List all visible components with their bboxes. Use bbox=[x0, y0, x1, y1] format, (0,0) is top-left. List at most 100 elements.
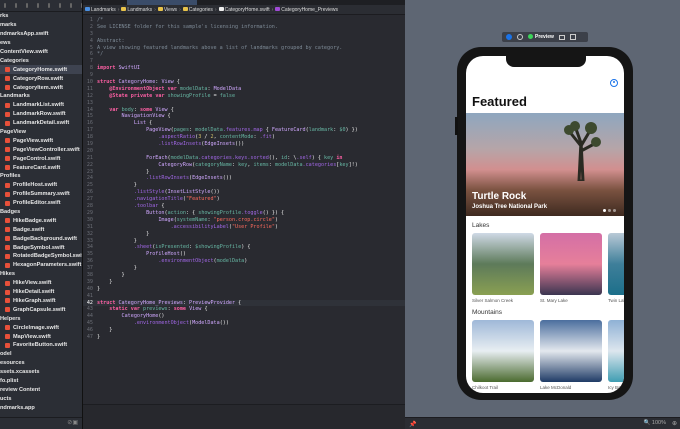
code-area[interactable]: 1 /* 2 See LICENSE folder for this sample's… bbox=[83, 17, 405, 341]
breadcrumb-item[interactable]: Landmarks bbox=[121, 7, 152, 13]
page-dot[interactable] bbox=[608, 209, 611, 212]
code-line[interactable]: 42 struct CategoryHome_Previews: PreviewP… bbox=[83, 299, 405, 307]
category-item[interactable]: Icy Bay bbox=[608, 320, 624, 390]
file-item[interactable]: RotatedBadgeSymbol.swift bbox=[0, 252, 82, 261]
search-icon[interactable] bbox=[37, 3, 39, 8]
code-line[interactable]: 8 import SwiftUI bbox=[83, 65, 405, 72]
file-item[interactable]: CategoryRow.swift bbox=[0, 74, 82, 83]
file-item[interactable]: PageControl.swift bbox=[0, 154, 82, 163]
code-line[interactable]: 35 ProfileHost() bbox=[83, 251, 405, 258]
code-line[interactable]: 34 .sheet(isPresented: $showingProfile) … bbox=[83, 244, 405, 251]
group-item[interactable]: rks bbox=[0, 12, 82, 21]
code-line[interactable]: 1 /* bbox=[83, 17, 405, 24]
code-line[interactable]: 44 CategoryHome() bbox=[83, 313, 405, 320]
issue-icon[interactable] bbox=[48, 3, 50, 8]
file-item[interactable]: CategoryHome.swift bbox=[0, 65, 82, 75]
live-preview-icon[interactable] bbox=[506, 34, 512, 40]
inspect-icon[interactable] bbox=[517, 34, 523, 40]
code-line[interactable]: 24 .listRowInsets(EdgeInsets()) bbox=[83, 175, 405, 182]
file-item[interactable]: FeatureCard.swift bbox=[0, 163, 82, 172]
file-item[interactable]: BadgeBackground.swift bbox=[0, 234, 82, 243]
breadcrumb-item[interactable]: Categories bbox=[182, 7, 213, 13]
code-line[interactable]: 7 bbox=[83, 58, 405, 65]
breadcrumb-item[interactable]: Views bbox=[157, 7, 177, 13]
filter-icon[interactable]: ⊘▣ bbox=[67, 419, 78, 426]
zoom-level[interactable]: 🔍 100% bbox=[644, 420, 666, 426]
file-item[interactable]: PageViewController.swift bbox=[0, 145, 82, 154]
code-line[interactable]: 20 bbox=[83, 148, 405, 155]
code-line[interactable]: 22 CategoryRow(categoryName: key, items:… bbox=[83, 162, 405, 169]
code-line[interactable]: 47} bbox=[83, 334, 405, 341]
page-control[interactable] bbox=[603, 209, 616, 212]
test-icon[interactable] bbox=[59, 3, 61, 8]
code-line[interactable]: 3 bbox=[83, 31, 405, 38]
group-item[interactable]: Helpers bbox=[0, 314, 82, 323]
category-row[interactable]: Chilkoot Trail Lake McDonald Icy Bay bbox=[472, 320, 624, 390]
code-line[interactable]: 39 } bbox=[83, 279, 405, 286]
code-line[interactable]: 46 } bbox=[83, 327, 405, 334]
code-line[interactable]: 16 List { bbox=[83, 120, 405, 127]
code-line[interactable]: 43 static var previews: some View { bbox=[83, 306, 405, 313]
file-item[interactable]: CategoryItem.swift bbox=[0, 83, 82, 92]
code-line[interactable]: 27 .navigationTitle("Featured") bbox=[83, 196, 405, 203]
symbol-icon[interactable] bbox=[26, 3, 28, 8]
pin-icon[interactable]: 📌 bbox=[409, 421, 416, 428]
zoom-in-icon[interactable]: ⊕ bbox=[672, 420, 677, 427]
category-item[interactable]: Silver Salmon Creek bbox=[472, 233, 534, 303]
code-line[interactable]: 30 Image(systemName: "person.crop.circle… bbox=[83, 217, 405, 224]
featured-card[interactable]: Turtle Rock Joshua Tree National Park bbox=[466, 113, 624, 216]
group-item[interactable]: odel bbox=[0, 350, 82, 359]
code-line[interactable]: 2 See LICENSE folder for this sample's li… bbox=[83, 24, 405, 31]
duplicate-icon[interactable] bbox=[569, 34, 576, 40]
preview-button[interactable]: Preview bbox=[528, 34, 554, 40]
group-item[interactable]: Badges bbox=[0, 208, 82, 217]
file-item[interactable]: HexagonParameters.swift bbox=[0, 261, 82, 270]
file-item[interactable]: ProfileHost.swift bbox=[0, 181, 82, 190]
file-item[interactable]: GraphCapsule.swift bbox=[0, 305, 82, 314]
code-line[interactable]: 28 .toolbar { bbox=[83, 203, 405, 210]
file-item[interactable]: BadgeSymbol.swift bbox=[0, 243, 82, 252]
page-dot[interactable] bbox=[603, 209, 606, 212]
file-item[interactable]: ProfileSummary.swift bbox=[0, 190, 82, 199]
code-line[interactable]: 23 } bbox=[83, 169, 405, 176]
code-line[interactable]: 9 bbox=[83, 72, 405, 79]
code-line[interactable]: 11 @EnvironmentObject var modelData: Mod… bbox=[83, 86, 405, 93]
tab-category-home[interactable] bbox=[127, 0, 197, 5]
group-item[interactable]: Hikes bbox=[0, 270, 82, 279]
code-line[interactable]: 18 .aspectRatio(3 / 2, contentMode: .fit… bbox=[83, 134, 405, 141]
category-row[interactable]: Silver Salmon Creek St. Mary Lake Twin Lak… bbox=[472, 233, 624, 303]
file-item[interactable]: PageView.swift bbox=[0, 136, 82, 145]
file-item[interactable]: HikeBadge.swift bbox=[0, 216, 82, 225]
code-line[interactable]: 26 .listStyle(InsetListStyle()) bbox=[83, 189, 405, 196]
category-item[interactable]: Lake McDonald bbox=[540, 320, 602, 390]
code-line[interactable]: 36 .environmentObject(modelData) bbox=[83, 258, 405, 265]
group-item[interactable]: Categories bbox=[0, 56, 82, 65]
code-line[interactable]: 29 Button(action: { showingProfile.toggl… bbox=[83, 210, 405, 217]
code-line[interactable]: 37 } bbox=[83, 265, 405, 272]
code-line[interactable]: 25 } bbox=[83, 182, 405, 189]
profile-icon[interactable] bbox=[610, 79, 618, 87]
code-line[interactable]: 40} bbox=[83, 286, 405, 293]
source-control-icon[interactable] bbox=[15, 3, 17, 8]
group-item[interactable]: ews bbox=[0, 39, 82, 48]
code-line[interactable]: 17 PageView(pages: modelData.features.ma… bbox=[83, 127, 405, 134]
code-line[interactable]: 4 Abstract: bbox=[83, 38, 405, 45]
file-item[interactable]: CircleImage.swift bbox=[0, 323, 82, 332]
code-line[interactable]: 13 bbox=[83, 100, 405, 107]
code-line[interactable]: 19 .listRowInsets(EdgeInsets()) bbox=[83, 141, 405, 148]
file-item[interactable]: LandmarkRow.swift bbox=[0, 110, 82, 119]
code-line[interactable]: 6 */ bbox=[83, 51, 405, 58]
code-line[interactable]: 10 struct CategoryHome: View { bbox=[83, 79, 405, 86]
group-item[interactable]: ucts bbox=[0, 394, 82, 403]
file-item[interactable]: ProfileEditor.swift bbox=[0, 199, 82, 208]
file-item[interactable]: HikeDetail.swift bbox=[0, 288, 82, 297]
category-item[interactable]: Twin Lake bbox=[608, 233, 624, 303]
code-line[interactable]: 41 bbox=[83, 293, 405, 300]
debug-icon[interactable] bbox=[70, 3, 72, 8]
device-icon[interactable] bbox=[558, 34, 565, 40]
file-item[interactable]: FavoriteButton.swift bbox=[0, 341, 82, 350]
code-line[interactable]: 32 } bbox=[83, 231, 405, 238]
file-item[interactable]: LandmarkDetail.swift bbox=[0, 119, 82, 128]
category-item[interactable]: St. Mary Lake bbox=[540, 233, 602, 303]
breadcrumb-item[interactable]: Landmarks bbox=[85, 7, 116, 13]
